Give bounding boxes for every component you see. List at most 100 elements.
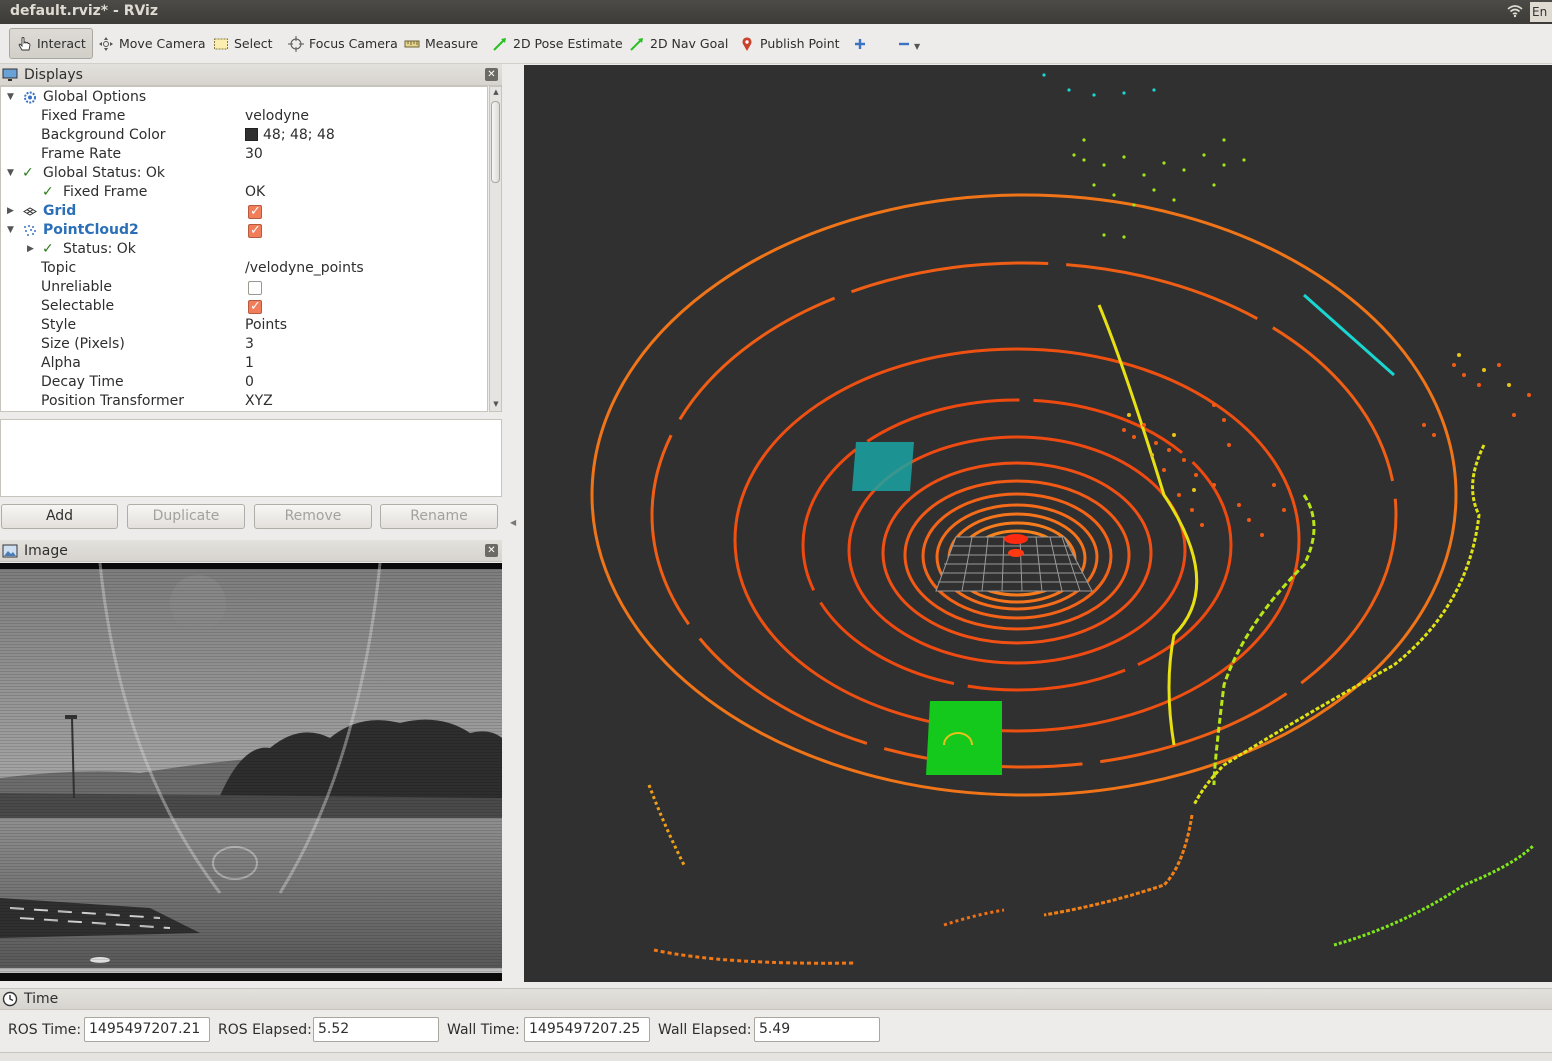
selectable-checkbox[interactable] [248,297,262,316]
close-icon[interactable]: ✕ [485,68,498,81]
dropdown-arrow-icon[interactable]: ▼ [914,42,920,51]
ok-check-icon: ✓ [42,241,54,257]
remove-display-button[interactable]: Remove [254,504,372,529]
duplicate-display-button[interactable]: Duplicate [127,504,245,529]
ros-time-field[interactable]: 1495497207.21 [84,1017,210,1042]
tool-interact-label: Interact [37,36,86,51]
collapse-arrow-icon[interactable]: ▶ [7,202,19,221]
globe-gear-icon [23,91,37,104]
style-value[interactable]: Points [245,316,287,335]
add-display-button[interactable]: Add [1,504,118,529]
ros-elapsed-field[interactable]: 5.52 [313,1017,439,1042]
tree-row-size[interactable]: Size (Pixels) 3 [1,335,487,354]
expand-arrow-icon[interactable]: ▼ [7,221,19,240]
tool-select-label: Select [234,36,273,51]
map-pin-icon [739,36,755,52]
background-color-value[interactable]: 48; 48; 48 [245,126,335,145]
size-value[interactable]: 3 [245,335,254,354]
tree-label: Grid [43,203,77,219]
tree-row-grid[interactable]: ▶ Grid [1,202,487,221]
wall-time-label: Wall Time: [447,1022,520,1038]
focus-camera-icon [288,35,304,52]
displays-panel-title: Displays [24,66,83,83]
tree-row-global-options[interactable]: ▼ Global Options [1,88,487,107]
tool-focus-camera-button[interactable]: Focus Camera [282,28,404,59]
tools-toolbar: Interact Move Camera Select Focus Camera… [0,24,1552,64]
ok-check-icon: ✓ [42,184,54,200]
tree-row-alpha[interactable]: Alpha 1 [1,354,487,373]
tree-row-style[interactable]: Style Points [1,316,487,335]
tool-move-camera-button[interactable]: Move Camera [92,28,212,59]
tree-row-position-transformer[interactable]: Position Transformer XYZ [1,392,487,411]
tool-2d-nav-goal-button[interactable]: 2D Nav Goal [623,28,734,59]
tool-2d-pose-estimate-button[interactable]: 2D Pose Estimate [486,28,629,59]
scroll-down-icon[interactable]: ▼ [491,400,501,410]
image-icon [2,544,18,558]
pointcloud2-enabled-checkbox[interactable] [248,221,262,240]
green-arrow-icon [629,36,645,52]
tree-label: Decay Time [41,374,124,390]
fixed-frame-value[interactable]: velodyne [245,107,309,126]
tree-label: Fixed Frame [41,108,126,124]
tool-measure-label: Measure [425,36,479,51]
collapse-arrow-icon[interactable]: ▶ [27,240,39,259]
wall-elapsed-field[interactable]: 5.49 [754,1017,880,1042]
tool-interact-button[interactable]: Interact [9,28,93,59]
add-tool-button[interactable] [846,28,874,59]
tree-row-background-color[interactable]: Background Color 48; 48; 48 [1,126,487,145]
tree-label: Frame Rate [41,146,122,162]
time-fields-row: ROS Time: 1495497207.21 ROS Elapsed: 5.5… [0,1012,1552,1052]
expand-arrow-icon[interactable]: ▼ [7,164,19,183]
tool-2d-pose-estimate-label: 2D Pose Estimate [513,36,623,51]
tree-label: Fixed Frame [63,184,148,200]
wifi-icon[interactable] [1506,2,1524,20]
rename-display-button[interactable]: Rename [380,504,498,529]
background-color-text: 48; 48; 48 [263,127,335,143]
tree-label: Global Options [43,89,147,105]
grid-icon [23,205,37,218]
point-cloud-render [590,73,1536,965]
camera-image [0,563,502,981]
tree-row-frame-rate[interactable]: Frame Rate 30 [1,145,487,164]
remove-tool-button[interactable]: ▼ [890,28,926,59]
wall-time-field[interactable]: 1495497207.25 [524,1017,650,1042]
tool-focus-camera-label: Focus Camera [309,36,398,51]
tree-row-unreliable[interactable]: Unreliable [1,278,487,297]
keyboard-layout-indicator[interactable]: En [1530,2,1552,22]
collapse-panel-arrow-icon[interactable]: ◀ [510,518,517,527]
scroll-up-icon[interactable]: ▲ [491,88,501,98]
tree-row-pointcloud-status[interactable]: ▶ ✓ Status: Ok [1,240,487,259]
scrollbar-thumb[interactable] [491,101,500,183]
alpha-value[interactable]: 1 [245,354,254,373]
decay-time-value[interactable]: 0 [245,373,254,392]
tree-row-topic[interactable]: Topic /velodyne_points [1,259,487,278]
displays-scrollbar[interactable]: ▲ ▼ [489,86,502,412]
tree-row-global-status[interactable]: ▼ ✓ Global Status: Ok [1,164,487,183]
position-transformer-value[interactable]: XYZ [245,392,273,411]
frame-rate-value[interactable]: 30 [245,145,263,164]
window-title: default.rviz* - RViz [10,3,159,19]
tree-row-decay-time[interactable]: Decay Time 0 [1,373,487,392]
tree-row-fixed-frame[interactable]: Fixed Frame velodyne [1,107,487,126]
expand-arrow-icon[interactable]: ▼ [7,88,19,107]
tool-select-button[interactable]: Select [207,28,279,59]
render-3d-viewport[interactable] [524,65,1552,982]
topic-value[interactable]: /velodyne_points [245,259,364,278]
tree-label: Alpha [41,355,81,371]
tree-row-fixed-frame-status[interactable]: ✓ Fixed Frame OK [1,183,487,202]
tool-publish-point-label: Publish Point [760,36,840,51]
tree-label: Unreliable [41,279,112,295]
tree-row-pointcloud2[interactable]: ▼ PointCloud2 [1,221,487,240]
tree-label: Global Status: Ok [43,165,166,181]
tree-label: Style [41,317,77,333]
tool-measure-button[interactable]: Measure [398,28,484,59]
grid-enabled-checkbox[interactable] [248,202,262,221]
tool-publish-point-button[interactable]: Publish Point [733,28,846,59]
tree-row-selectable[interactable]: Selectable [1,297,487,316]
unreliable-checkbox[interactable] [248,281,262,295]
close-icon[interactable]: ✕ [485,544,498,557]
time-panel-title: Time [24,991,59,1007]
tree-label: PointCloud2 [43,222,139,238]
time-panel-header: Time [0,988,1552,1010]
image-panel-title: Image [24,542,68,559]
